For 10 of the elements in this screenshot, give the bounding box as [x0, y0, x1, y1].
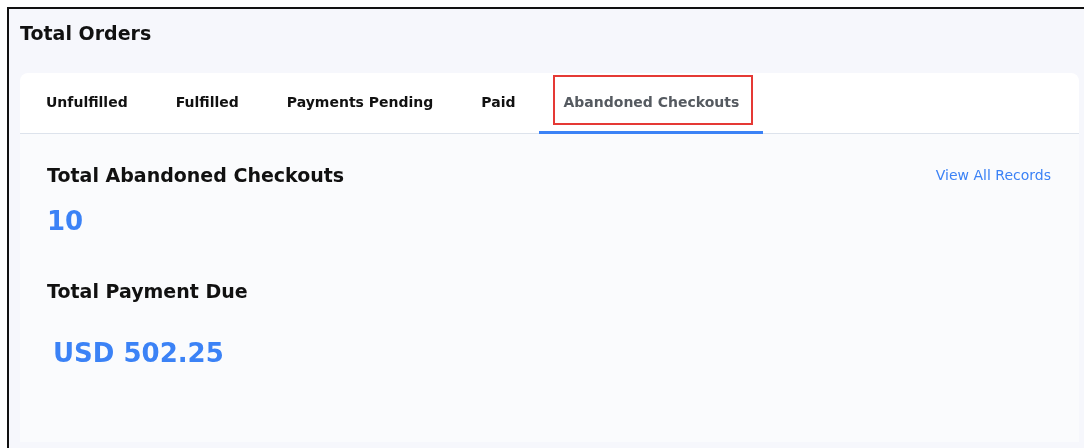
tab[interactable]: Fulfilled	[151, 73, 263, 134]
section-heading: Total Payment Due	[47, 280, 249, 302]
tab[interactable]: Unfulfilled	[22, 73, 152, 134]
section-heading: Total Abandoned Checkouts	[47, 164, 345, 186]
tab[interactable]: Paid	[457, 73, 540, 134]
page-title: Total Orders	[20, 21, 152, 46]
view-all-link[interactable]: View All Records	[935, 167, 1051, 183]
count-value: 10	[47, 206, 84, 236]
tab[interactable]: Payments Pending	[262, 73, 458, 134]
amount-value: USD 502.25	[53, 338, 224, 368]
